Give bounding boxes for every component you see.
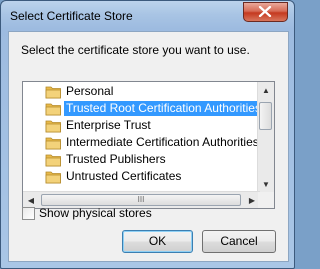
store-item[interactable]: Untrusted Certificates [23,168,260,185]
folder-icon [45,120,61,133]
show-physical-stores-label[interactable]: Show physical stores [39,206,152,220]
scroll-down-button[interactable]: ▼ [258,176,274,192]
scrollbar-corner [258,192,274,208]
arrow-down-icon: ▼ [262,179,270,189]
store-item[interactable]: Enterprise Trust [23,117,260,134]
dialog-window: Select Certificate Store Select the cert… [0,0,295,269]
arrow-left-icon: ◀ [27,195,35,205]
folder-icon [45,103,61,116]
certificate-store-tree[interactable]: Personal Trusted Root Certification Autho… [22,81,275,209]
store-item[interactable]: Personal [23,83,260,100]
close-button[interactable] [243,2,288,22]
scroll-up-button[interactable]: ▲ [258,82,274,98]
scroll-left-button[interactable]: ◀ [23,192,39,208]
arrow-up-icon: ▲ [262,85,270,95]
store-item[interactable]: Trusted Root Certification Authorities [23,100,260,117]
horizontal-scroll-thumb[interactable]: III [41,194,241,206]
folder-icon [45,137,61,150]
dialog-body: Select the certificate store you want to… [8,31,289,262]
folder-icon [45,154,61,167]
store-item-label: Trusted Publishers [66,152,166,166]
window-title: Select Certificate Store [10,9,133,23]
store-item-label: Personal [66,84,114,98]
vertical-scroll-thumb[interactable] [259,102,272,130]
store-list: Personal Trusted Root Certification Autho… [23,82,260,192]
cancel-button[interactable]: Cancel [202,230,276,253]
store-item-label: Untrusted Certificates [66,169,182,183]
store-item-label: Enterprise Trust [66,118,151,132]
folder-icon [45,86,61,99]
instruction-text: Select the certificate store you want to… [21,43,250,57]
store-item-label: Intermediate Certification Authorities [66,135,259,149]
folder-icon [45,171,61,184]
grip-icon: III [137,195,145,204]
store-item-label: Trusted Root Certification Authorities [64,101,260,116]
arrow-right-icon: ▶ [248,195,256,205]
show-physical-stores-checkbox[interactable] [22,207,35,220]
close-icon [258,6,272,17]
store-item[interactable]: Trusted Publishers [23,151,260,168]
ok-button[interactable]: OK [122,230,193,253]
store-item[interactable]: Intermediate Certification Authorities [23,134,260,151]
vertical-scrollbar[interactable]: ▲ ▼ [257,82,274,192]
